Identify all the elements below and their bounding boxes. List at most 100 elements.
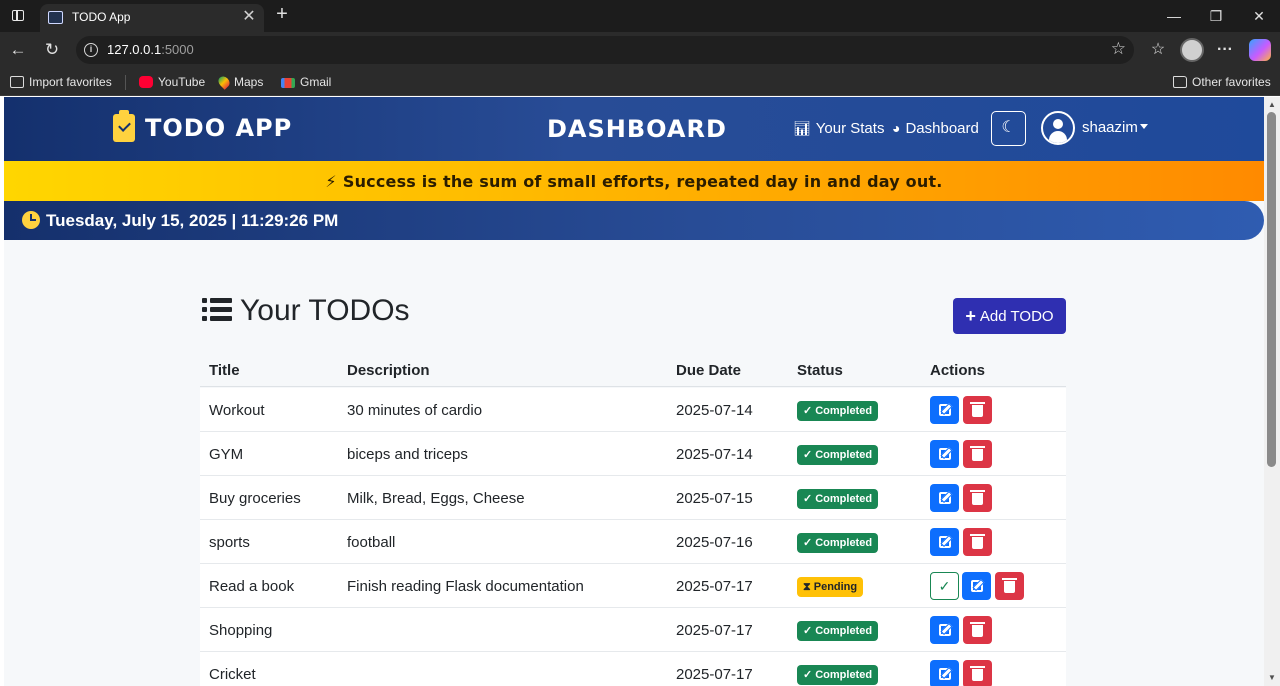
edit-button[interactable] [930,660,959,686]
reload-icon[interactable]: ↻ [42,40,62,60]
status-label: Completed [815,449,873,461]
todo-due-date: 2025-07-17 [676,622,753,639]
delete-button[interactable] [995,572,1024,600]
address-url[interactable]: 127.0.0.1:5000 [107,42,194,57]
column-header-actions: Actions [930,362,986,379]
todo-status: ✓ Completed [797,445,879,465]
todo-due-date: 2025-07-15 [676,490,753,507]
bar-chart-icon: 📊︎ [793,120,811,136]
favorite-star-icon[interactable]: ☆ [1111,39,1126,59]
status-label: Completed [815,405,873,417]
bookmark-gmail[interactable]: Gmail [281,75,331,89]
tab-actions-icon[interactable] [8,6,28,26]
tab-favicon-icon [48,11,63,24]
delete-button[interactable] [963,616,992,644]
moon-icon: ☾ [1001,119,1016,136]
back-arrow-icon[interactable]: ← [8,40,28,60]
todo-status: ✓ Completed [797,533,879,553]
status-badge: ✓ Completed [797,489,879,509]
favorites-icon[interactable]: ☆ [1147,40,1169,60]
table-row: Cricket 2025-07-17 ✓ Completed [200,652,1066,686]
motivation-banner: ⚡︎ Success is the sum of small efforts, r… [4,161,1264,201]
todo-due-date: 2025-07-17 [676,666,753,683]
edit-button[interactable] [930,396,959,424]
scroll-up-icon[interactable]: ▲ [1267,100,1277,110]
todo-description: Milk, Bread, Eggs, Cheese [347,490,525,507]
browser-tab[interactable]: TODO App ✕ [40,4,264,32]
status-label: Completed [815,493,873,505]
status-label: Pending [813,581,858,593]
profile-avatar[interactable] [1180,38,1204,62]
edit-icon [938,404,951,416]
delete-button[interactable] [963,660,992,686]
more-menu-icon[interactable]: ··· [1214,40,1236,60]
todo-due-date: 2025-07-14 [676,402,753,419]
trash-icon [970,666,985,681]
page-viewport: TODO APP DASHBOARD 📊︎ Your Stats ◕ Dashboa… [4,97,1264,686]
trash-icon [970,490,985,505]
bookmark-other-favorites[interactable]: Other favorites [1173,75,1271,89]
edit-icon [938,536,951,548]
user-name: shaazim [1082,119,1138,136]
delete-button[interactable] [963,396,992,424]
copilot-icon[interactable] [1249,39,1271,61]
todo-heading-text: Your TODOs [240,294,410,327]
delete-button[interactable] [963,484,992,512]
edit-icon [938,492,951,504]
bookmark-import-favorites[interactable]: Import favorites [10,75,112,89]
edit-button[interactable] [930,616,959,644]
column-header-description: Description [347,362,430,379]
maps-icon [216,74,232,90]
check-icon: ✓ [803,669,813,681]
check-icon: ✓ [803,493,813,505]
site-info-icon[interactable]: i [84,43,98,57]
page-title: DASHBOARD [547,115,727,143]
edit-button[interactable] [930,484,959,512]
trash-icon [970,622,985,637]
bookmark-divider [125,75,126,90]
window-maximize-icon[interactable]: ❐ [1204,6,1228,26]
table-row: GYM biceps and triceps 2025-07-14 ✓ Complete… [200,432,1066,476]
edit-button[interactable] [962,572,991,600]
delete-button[interactable] [963,528,992,556]
scrollbar-thumb[interactable] [1267,112,1276,467]
todo-description: biceps and triceps [347,446,468,463]
tab-close-icon[interactable]: ✕ [240,8,258,26]
todo-due-date: 2025-07-14 [676,446,753,463]
status-badge: ✓ Completed [797,665,879,685]
column-header-status: Status [797,362,843,379]
bookmark-maps[interactable]: Maps [216,74,263,90]
datetime-bar: Tuesday, July 15, 2025 | 11:29:26 PM [4,201,1264,240]
browser-tab-bar: TODO App ✕ + — ❐ ✕ [0,0,1280,32]
edit-button[interactable] [930,440,959,468]
column-header-title: Title [209,362,240,379]
todo-title: Buy groceries [209,490,301,507]
hourglass-icon: ⧗ [803,581,811,593]
table-header: Title Description Due Date Status Action… [200,357,1066,387]
check-icon: ✓ [803,625,813,637]
address-bar[interactable]: i 127.0.0.1:5000 ☆ [76,36,1134,64]
todo-title: Read a book [209,578,295,595]
nav-link-dashboard[interactable]: ◕ Dashboard [892,120,979,137]
clock-icon [22,211,40,229]
bookmark-youtube[interactable]: YouTube [139,75,205,89]
edit-button[interactable] [930,528,959,556]
theme-toggle-button[interactable]: ☾ [991,111,1026,146]
add-todo-button[interactable]: + Add TODO [953,298,1066,334]
todo-title: sports [209,534,250,551]
app-header: TODO APP DASHBOARD 📊︎ Your Stats ◕ Dashboa… [4,97,1264,161]
bolt-icon: ⚡︎ [325,172,337,191]
delete-button[interactable] [963,440,992,468]
window-close-icon[interactable]: ✕ [1247,6,1271,26]
page-scrollbar[interactable]: ▲ ▼ [1264,97,1280,686]
status-badge: ✓ Completed [797,445,879,465]
list-icon [202,298,232,322]
caret-down-icon [1140,124,1148,129]
user-avatar-icon [1041,111,1075,145]
scroll-down-icon[interactable]: ▼ [1267,673,1277,683]
mark-complete-button[interactable]: ✓ [930,572,959,600]
tab-title: TODO App [72,10,131,24]
window-minimize-icon[interactable]: — [1162,6,1186,26]
new-tab-icon[interactable]: + [272,4,292,24]
nav-link-your-stats[interactable]: 📊︎ Your Stats [793,120,884,137]
